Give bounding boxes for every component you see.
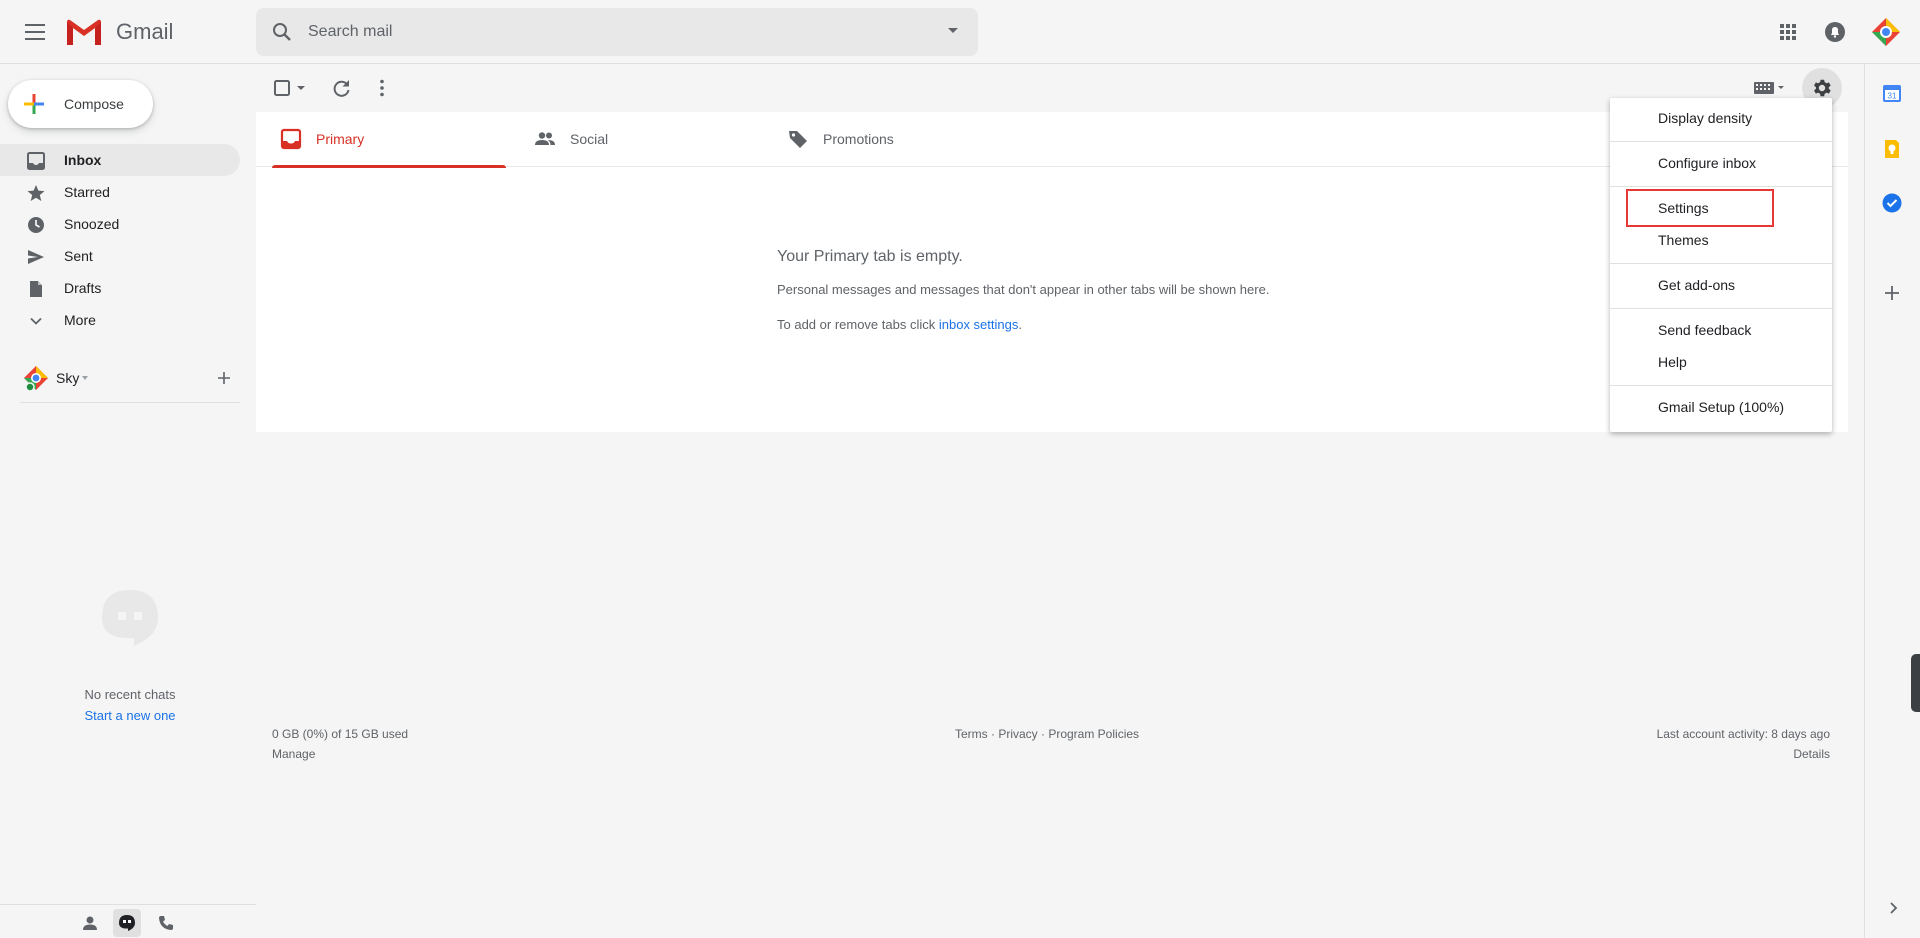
menu-item-display-density[interactable]: Display density [1610, 102, 1832, 134]
sidebar-item-label: Snoozed [64, 216, 120, 232]
add-contact-icon[interactable] [216, 370, 232, 386]
sidebar-item-label: More [64, 312, 96, 328]
keep-icon[interactable] [1881, 138, 1903, 160]
chevron-down-icon [30, 317, 42, 325]
tab-label: Social [570, 131, 609, 147]
sidebar-item-label: Drafts [64, 280, 102, 296]
send-icon [28, 250, 44, 264]
empty-add-tabs-text: To add or remove tabs click inbox settin… [777, 317, 1477, 332]
empty-add-prefix: To add or remove tabs click [777, 317, 939, 332]
main-menu-icon[interactable] [22, 20, 48, 44]
manage-storage-link[interactable]: Manage [272, 747, 315, 761]
last-activity: Last account activity: 8 days ago [1656, 727, 1830, 741]
sidebar-item-label: Sent [64, 248, 93, 264]
draft-icon [30, 281, 42, 297]
add-addon-icon[interactable] [1881, 282, 1903, 304]
sidebar-item-drafts[interactable]: Drafts [0, 272, 240, 304]
hangouts-bubble-icon [102, 590, 158, 646]
account-avatar-icon[interactable] [1870, 16, 1902, 48]
search-options-dropdown-icon[interactable] [948, 28, 958, 33]
menu-item-configure-inbox[interactable]: Configure inbox [1610, 147, 1832, 179]
empty-description: Personal messages and messages that don'… [777, 282, 1270, 297]
gmail-logo-icon[interactable] [64, 16, 104, 48]
hangouts-icon [119, 915, 135, 931]
notifications-icon[interactable] [1823, 20, 1847, 44]
gear-icon [1814, 79, 1831, 97]
account-dropdown-icon[interactable] [82, 376, 88, 380]
tab-primary[interactable]: Primary [264, 112, 506, 168]
menu-item-themes[interactable]: Themes [1610, 224, 1832, 256]
settings-menu: Display density Configure inbox Settings… [1610, 98, 1832, 432]
compose-plus-icon [24, 94, 44, 114]
sidebar-nav: Inbox Starred Snoozed Sent Drafts More [0, 144, 240, 336]
storage-usage: 0 GB (0%) of 15 GB used [272, 727, 409, 741]
tab-label: Primary [316, 131, 365, 147]
select-dropdown-icon[interactable] [294, 76, 308, 100]
search-icon[interactable] [270, 20, 294, 44]
inbox-settings-link[interactable]: inbox settings [939, 317, 1019, 332]
activity-details-link[interactable]: Details [1730, 747, 1830, 761]
empty-tab-message: Your Primary tab is empty. Personal mess… [777, 248, 1477, 332]
no-recent-chats-text: No recent chats [84, 687, 176, 702]
clock-icon [28, 217, 44, 233]
tab-social[interactable]: Social [518, 112, 768, 167]
hangouts-tab-active[interactable] [113, 909, 141, 937]
compose-button[interactable]: Compose [8, 80, 153, 128]
side-panel: 31 [1864, 64, 1920, 938]
menu-divider [1610, 385, 1832, 386]
select-all-checkbox[interactable] [272, 76, 296, 100]
menu-item-help[interactable]: Help [1610, 346, 1832, 378]
hangouts-bottom-bar [0, 904, 256, 938]
compose-label: Compose [64, 96, 124, 112]
menu-divider [1610, 263, 1832, 264]
star-icon [27, 185, 45, 201]
menu-item-gmail-setup[interactable]: Gmail Setup (100%) [1610, 391, 1832, 423]
tasks-icon[interactable] [1881, 192, 1903, 214]
people-icon [535, 132, 555, 145]
app-name[interactable]: Gmail [116, 19, 173, 45]
sidebar-item-label: Inbox [64, 152, 102, 168]
footer-policy-links[interactable]: Terms · Privacy · Program Policies [955, 727, 1139, 741]
menu-item-send-feedback[interactable]: Send feedback [1610, 314, 1832, 346]
tab-label: Promotions [823, 131, 894, 147]
calendar-icon[interactable]: 31 [1881, 82, 1903, 104]
svg-text:31: 31 [1888, 92, 1897, 101]
menu-divider [1610, 308, 1832, 309]
search-input[interactable] [308, 8, 908, 56]
sidebar-item-sent[interactable]: Sent [0, 240, 240, 272]
sidebar-item-inbox[interactable]: Inbox [0, 144, 240, 176]
inbox-icon [27, 152, 45, 170]
divider [20, 402, 240, 403]
refresh-icon[interactable] [330, 76, 354, 100]
sidebar-item-label: Starred [64, 184, 110, 200]
inbox-tab-icon [280, 128, 302, 150]
start-new-chat-link[interactable]: Start a new one [0, 708, 260, 723]
side-panel-handle[interactable] [1911, 654, 1920, 712]
more-options-icon[interactable] [370, 76, 394, 100]
top-header: Gmail [0, 0, 1920, 64]
menu-item-get-add-ons[interactable]: Get add-ons [1610, 269, 1832, 301]
empty-title: Your Primary tab is empty. [777, 248, 963, 265]
account-avatar-small-icon[interactable] [22, 364, 50, 392]
search-bar[interactable] [256, 8, 978, 56]
phone-icon[interactable] [156, 913, 176, 933]
apps-grid-icon[interactable] [1776, 20, 1800, 44]
tag-icon [789, 131, 807, 148]
tab-promotions[interactable]: Promotions [771, 112, 1021, 167]
menu-divider [1610, 186, 1832, 187]
menu-divider [1610, 141, 1832, 142]
contacts-icon[interactable] [80, 913, 100, 933]
hangouts-empty-state: No recent chats Start a new one [0, 588, 260, 723]
input-tools-icon[interactable] [1752, 76, 1788, 100]
account-name[interactable]: Sky [56, 370, 79, 386]
settings-highlight-box [1626, 189, 1774, 227]
sidebar-item-more[interactable]: More [0, 304, 240, 336]
sidebar-item-starred[interactable]: Starred [0, 176, 240, 208]
chevron-right-icon[interactable] [1885, 900, 1901, 916]
empty-add-suffix: . [1018, 317, 1022, 332]
sidebar-item-snoozed[interactable]: Snoozed [0, 208, 240, 240]
hangouts-account-row: Sky [20, 364, 240, 392]
